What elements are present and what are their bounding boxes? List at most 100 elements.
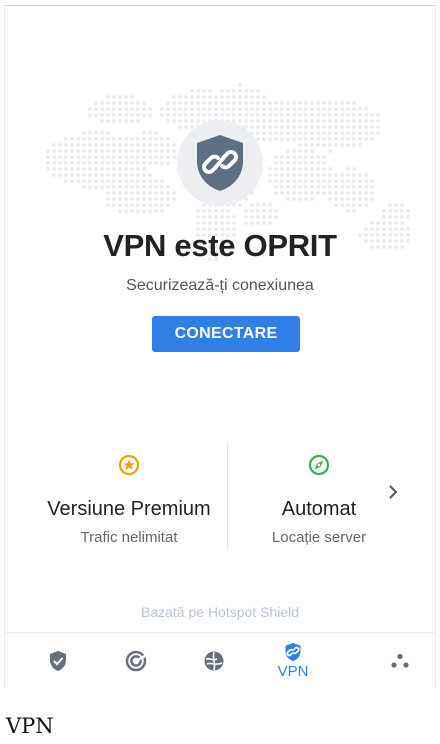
map-dot [190, 113, 194, 117]
map-dot [262, 95, 266, 99]
map-dot [280, 191, 284, 195]
premium-card[interactable]: Versiune Premium Trafic nelimitat [34, 454, 224, 546]
nav-item-security[interactable] [28, 633, 88, 688]
nav-item-vpn[interactable]: VPN [263, 633, 323, 688]
map-dot [148, 143, 152, 147]
map-dot [328, 179, 332, 183]
map-dot [274, 155, 278, 159]
server-location-card[interactable]: Automat Locație server [234, 454, 404, 546]
map-dot [142, 137, 146, 141]
map-dot [352, 173, 356, 177]
map-dot [316, 137, 320, 141]
map-dot [346, 179, 350, 183]
map-dot [232, 89, 236, 93]
map-dot [310, 119, 314, 123]
map-dot [124, 161, 128, 165]
map-dot [340, 113, 344, 117]
map-dot [142, 101, 146, 105]
map-dot [316, 113, 320, 117]
map-dot [340, 143, 344, 147]
map-dot [298, 149, 302, 153]
map-dot [94, 137, 98, 141]
map-dot [286, 101, 290, 105]
map-dot [172, 95, 176, 99]
map-dot [118, 119, 122, 123]
map-dot [154, 203, 158, 207]
map-dot [280, 113, 284, 117]
map-dot [328, 173, 332, 177]
map-dot [106, 113, 110, 117]
map-dot [268, 203, 272, 207]
connect-button[interactable]: CONECTARE [152, 316, 300, 352]
map-dot [316, 125, 320, 129]
map-dot [166, 101, 170, 105]
map-dot [310, 155, 314, 159]
map-dot [340, 173, 344, 177]
map-dot [202, 113, 206, 117]
map-dot [160, 191, 164, 195]
map-dot [334, 113, 338, 117]
map-dot [178, 101, 182, 105]
map-dot [280, 179, 284, 183]
map-dot [358, 125, 362, 129]
map-dot [292, 137, 296, 141]
map-dot [172, 191, 176, 195]
chevron-right-icon[interactable] [387, 484, 399, 500]
map-dot [160, 185, 164, 189]
map-dot [136, 191, 140, 195]
map-dot [154, 185, 158, 189]
map-dot [106, 203, 110, 207]
map-dot [346, 185, 350, 189]
map-dot [112, 101, 116, 105]
map-dot [64, 173, 68, 177]
map-dot [292, 173, 296, 177]
map-dot [136, 167, 140, 171]
map-dot [364, 137, 368, 141]
map-dot [52, 173, 56, 177]
map-dot [106, 131, 110, 135]
map-dot [184, 125, 188, 129]
map-dot [346, 167, 350, 171]
map-dot [346, 191, 350, 195]
map-dot [220, 89, 224, 93]
map-dot [124, 197, 128, 201]
map-dot [196, 113, 200, 117]
map-dot [52, 149, 56, 153]
nav-item-web[interactable] [184, 633, 244, 688]
map-dot [364, 113, 368, 117]
map-dot [262, 107, 266, 111]
nav-item-more[interactable] [370, 633, 430, 688]
map-dot [358, 185, 362, 189]
map-dot [130, 191, 134, 195]
compass-icon [308, 454, 330, 476]
web-protection-icon [204, 651, 224, 670]
map-dot [100, 119, 104, 123]
map-dot [364, 107, 368, 111]
map-dot [142, 173, 146, 177]
map-dot [262, 119, 266, 123]
map-dot [250, 107, 254, 111]
map-dot [112, 137, 116, 141]
map-dot [88, 149, 92, 153]
map-dot [256, 101, 260, 105]
map-dot [322, 179, 326, 183]
vpn-shield-icon [285, 642, 301, 661]
map-dot [310, 113, 314, 117]
map-dot [88, 143, 92, 147]
map-dot [190, 119, 194, 123]
map-dot [274, 125, 278, 129]
map-dot [262, 221, 266, 225]
map-dot [214, 107, 218, 111]
map-dot [286, 173, 290, 177]
map-dot [346, 113, 350, 117]
nav-label-vpn: VPN [277, 662, 309, 680]
map-dot [148, 191, 152, 195]
map-dot [70, 173, 74, 177]
map-dot [280, 119, 284, 123]
map-dot [112, 161, 116, 165]
map-dot [298, 185, 302, 189]
map-dot [370, 113, 374, 117]
map-dot [136, 113, 140, 117]
map-dot [94, 179, 98, 183]
nav-item-scan[interactable] [106, 633, 166, 688]
